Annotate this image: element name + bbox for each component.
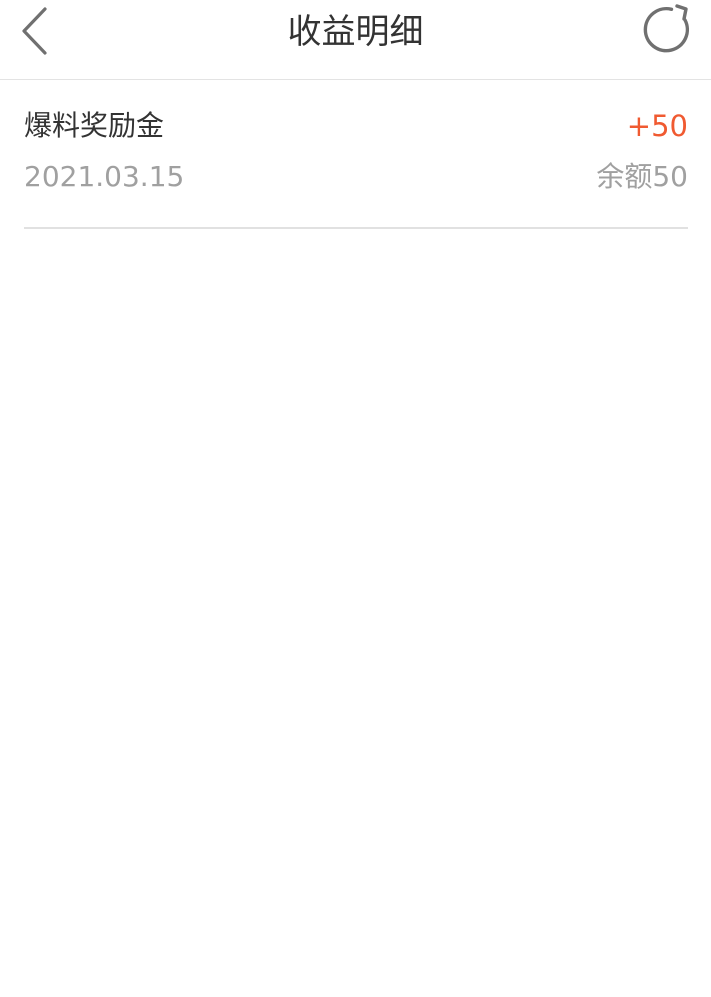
back-button[interactable] [10, 6, 58, 60]
record-balance: 余额50 [596, 160, 688, 193]
refresh-button[interactable] [640, 4, 696, 60]
refresh-icon [642, 4, 694, 60]
record-date: 2021.03.15 [24, 160, 185, 193]
chevron-left-icon [18, 6, 50, 60]
navigation-bar: 收益明细 [0, 0, 711, 80]
page-title: 收益明细 [287, 12, 424, 52]
record-amount: +50 [626, 109, 688, 143]
empty-content-area [0, 230, 711, 997]
list-item[interactable]: 爆料奖励金 +50 2021.03.15 余额50 [24, 80, 688, 229]
record-title: 爆料奖励金 [24, 109, 165, 142]
